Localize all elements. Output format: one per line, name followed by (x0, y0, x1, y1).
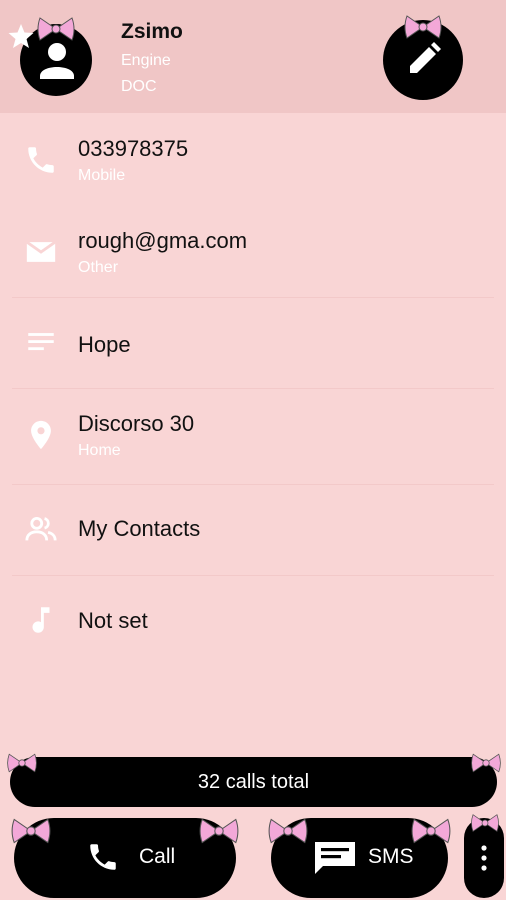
email-address: rough@gma.com (78, 228, 248, 253)
bow-decoration-icon (471, 753, 501, 773)
divider (12, 575, 494, 576)
bow-decoration-icon (7, 753, 37, 773)
location-icon (31, 420, 51, 450)
contact-company: Engine (121, 52, 171, 69)
bow-decoration-icon (11, 818, 51, 844)
address-text: Discorso 30 (78, 411, 195, 436)
phone-icon (28, 147, 54, 173)
email-icon (26, 240, 56, 262)
ringtone-text: Not set (78, 608, 148, 633)
divider (12, 484, 494, 485)
message-icon (315, 842, 355, 874)
phone-icon (90, 844, 116, 870)
sms-label: SMS (368, 845, 414, 868)
bow-decoration-icon (411, 818, 451, 844)
phone-type: Mobile (78, 167, 126, 184)
calls-total-bar[interactable]: 32 calls total (10, 757, 497, 807)
ringtone-row[interactable]: Not set (0, 578, 506, 664)
notes-icon (28, 333, 54, 351)
contact-name: Zsimo (121, 20, 183, 43)
address-type: Home (78, 442, 121, 459)
bow-decoration-icon (199, 818, 239, 844)
group-text: My Contacts (78, 516, 201, 541)
divider (12, 388, 494, 389)
group-icon (25, 516, 57, 541)
phone-row[interactable]: 033978375 Mobile (0, 120, 506, 205)
call-label: Call (139, 845, 176, 868)
email-row[interactable]: rough@gma.com Other (0, 208, 506, 293)
contact-title: DOC (121, 78, 157, 95)
bow-decoration-icon (37, 17, 75, 41)
notes-row[interactable]: Hope (0, 300, 506, 386)
notes-text: Hope (78, 332, 131, 357)
favorite-star-icon[interactable] (6, 22, 36, 50)
divider (12, 297, 494, 298)
calls-total-label: 32 calls total (197, 771, 310, 793)
bow-decoration-icon (268, 818, 308, 844)
email-type: Other (78, 259, 119, 276)
bow-decoration-icon (471, 814, 499, 832)
ringtone-icon (32, 607, 50, 633)
phone-number: 033978375 (78, 136, 189, 161)
group-row[interactable]: My Contacts (0, 487, 506, 573)
address-row[interactable]: Discorso 30 Home (0, 391, 506, 483)
bow-decoration-icon (404, 15, 442, 39)
more-vert-icon (481, 845, 487, 871)
